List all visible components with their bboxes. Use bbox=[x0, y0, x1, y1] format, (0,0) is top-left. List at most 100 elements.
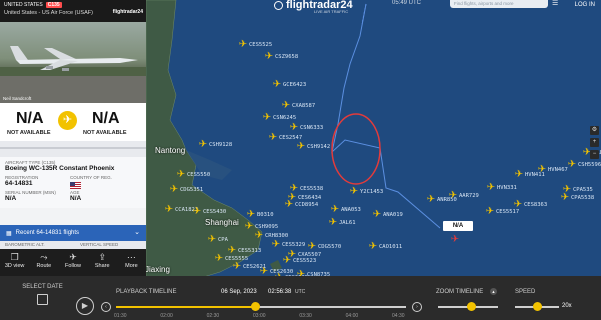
flight-callsign-label[interactable]: AAR729 bbox=[459, 193, 479, 199]
flight-callsign-label[interactable]: CSH9142 bbox=[307, 144, 330, 150]
registration-value[interactable]: 64-14831 bbox=[5, 180, 70, 187]
playback-time: 02:56:38 bbox=[268, 289, 292, 295]
flight-callsign-label[interactable]: CES8363 bbox=[524, 202, 547, 208]
aircraft-icon[interactable]: ✈ bbox=[330, 205, 340, 215]
aircraft-icon[interactable]: ✈ bbox=[448, 191, 458, 201]
timeline-tick-label: 01:30 bbox=[114, 313, 127, 319]
search-input[interactable]: Find flights, airports and more bbox=[450, 0, 548, 8]
timeline-next-icon[interactable]: › bbox=[412, 302, 422, 312]
menu-icon[interactable]: ☰ bbox=[552, 0, 560, 8]
flight-callsign-label[interactable]: CSH9095 bbox=[255, 224, 278, 230]
flight-callsign-label[interactable]: CES5517 bbox=[496, 209, 519, 215]
flight-callsign-label[interactable]: HVN331 bbox=[497, 185, 517, 191]
aircraft-icon[interactable]: ✈ bbox=[164, 205, 174, 215]
aircraft-icon[interactable]: ✈ bbox=[307, 242, 317, 252]
us-flag-icon bbox=[70, 182, 81, 189]
flight-callsign-label[interactable]: CES5538 bbox=[300, 186, 323, 192]
flight-callsign-label[interactable]: CES6434 bbox=[298, 195, 321, 201]
aircraft-icon[interactable]: ✈ bbox=[287, 250, 297, 260]
aircraft-icon[interactable]: ✈ bbox=[328, 218, 338, 228]
flight-callsign-label[interactable]: GCE6423 bbox=[283, 82, 306, 88]
flight-callsign-label[interactable]: CES5313 bbox=[238, 248, 261, 254]
flight-callsign-label[interactable]: CES5430 bbox=[203, 209, 226, 215]
aircraft-tag[interactable]: N/A bbox=[443, 221, 473, 231]
aircraft-icon[interactable]: ✈ bbox=[246, 210, 256, 220]
flight-callsign-label[interactable]: CPA535 bbox=[573, 187, 593, 193]
aircraft-icon[interactable]: ✈ bbox=[192, 207, 202, 217]
aircraft-icon[interactable]: ✈ bbox=[426, 195, 436, 205]
flight-callsign-label[interactable]: CXA8587 bbox=[292, 103, 315, 109]
aircraft-icon[interactable]: ✈ bbox=[227, 246, 237, 256]
aircraft-type-value[interactable]: Boeing WC-135R Constant Phoenix bbox=[5, 165, 141, 172]
action-3d-view[interactable]: ❒ 3D view bbox=[0, 249, 29, 276]
flight-callsign-label[interactable]: CSZ9658 bbox=[275, 54, 298, 60]
aircraft-icon[interactable]: ✈ bbox=[485, 207, 495, 217]
aircraft-icon[interactable]: ✈ bbox=[289, 123, 299, 133]
zoom-slider-handle[interactable] bbox=[467, 302, 476, 311]
aircraft-icon[interactable]: ✈ bbox=[281, 101, 291, 111]
aircraft-icon[interactable]: ✈ bbox=[169, 185, 179, 195]
flight-callsign-label[interactable]: CAO1011 bbox=[379, 244, 402, 250]
flight-callsign-label[interactable]: CES5329 bbox=[282, 242, 305, 248]
speed-slider-handle[interactable] bbox=[533, 302, 542, 311]
aircraft-icon[interactable]: ✈ bbox=[207, 235, 217, 245]
flight-callsign-label[interactable]: CPA5538 bbox=[571, 195, 594, 201]
flight-callsign-label[interactable]: CES5525 bbox=[249, 42, 272, 48]
flight-callsign-label[interactable]: CSH5596 bbox=[578, 162, 601, 168]
recent-flights-button[interactable]: ▦ Recent 64-14831 flights ⌄ bbox=[0, 225, 146, 241]
flight-callsign-label[interactable]: B0310 bbox=[257, 212, 274, 218]
aircraft-icon[interactable]: ✈ bbox=[271, 240, 281, 250]
flight-callsign-label[interactable]: CXA5507 bbox=[298, 252, 321, 258]
fr24-logo[interactable]: flightradar24 LIVE AIR TRAFFIC bbox=[274, 0, 353, 14]
action-more[interactable]: ⋯ More bbox=[117, 249, 146, 276]
aircraft-icon[interactable]: ✈ bbox=[198, 140, 208, 150]
aircraft-photo[interactable]: Neil Sandcroft bbox=[0, 22, 146, 103]
flight-callsign-label[interactable]: CDG5570 bbox=[318, 244, 341, 250]
aircraft-icon[interactable]: ✈ bbox=[232, 262, 242, 272]
aircraft-icon[interactable]: ✈ bbox=[284, 200, 294, 210]
flight-callsign-label[interactable]: Y2C1453 bbox=[360, 189, 383, 195]
login-button[interactable]: LOG IN bbox=[575, 2, 595, 8]
flight-callsign-label[interactable]: CSN6245 bbox=[273, 115, 296, 121]
aircraft-icon[interactable]: ✈ bbox=[372, 210, 382, 220]
aircraft-icon[interactable]: ✈ bbox=[368, 242, 378, 252]
aircraft-icon[interactable]: ✈ bbox=[349, 187, 359, 197]
timeline-prev-icon[interactable]: ‹ bbox=[101, 302, 111, 312]
aircraft-icon[interactable]: ✈ bbox=[176, 170, 186, 180]
action-share[interactable]: ⇪ Share bbox=[88, 249, 117, 276]
flight-callsign-label[interactable]: CSH9128 bbox=[209, 142, 232, 148]
flight-callsign-label[interactable]: ANA053 bbox=[341, 207, 361, 213]
aircraft-icon[interactable]: ✈ bbox=[268, 133, 278, 143]
flight-callsign-label[interactable]: CPA bbox=[218, 237, 228, 243]
flight-callsign-label[interactable]: CDG5351 bbox=[180, 187, 203, 193]
aircraft-icon[interactable]: ✈ bbox=[486, 183, 496, 193]
flight-callsign-label[interactable]: CES5550 bbox=[187, 172, 210, 178]
flight-callsign-label[interactable]: ANA019 bbox=[383, 212, 403, 218]
photo-credit[interactable]: Neil Sandcroft bbox=[3, 96, 31, 101]
aircraft-icon[interactable]: ✈ bbox=[537, 165, 547, 175]
flight-callsign-label[interactable]: CSN6333 bbox=[300, 125, 323, 131]
aircraft-icon[interactable]: ✈ bbox=[567, 160, 577, 170]
chevron-up-icon[interactable]: ▲ bbox=[490, 288, 497, 295]
play-button[interactable]: ▶ bbox=[76, 297, 94, 315]
action-follow[interactable]: ✈ Follow bbox=[58, 249, 87, 276]
aircraft-icon[interactable]: ✈ bbox=[264, 52, 274, 62]
flight-callsign-label[interactable]: CES2621 bbox=[243, 264, 266, 270]
aircraft-icon[interactable]: ✈ bbox=[262, 113, 272, 123]
zoom-in-icon[interactable]: + bbox=[590, 138, 599, 147]
aircraft-icon[interactable]: ✈ bbox=[296, 142, 306, 152]
action-route[interactable]: ⤳ Route bbox=[29, 249, 58, 276]
aircraft-icon[interactable]: ✈ bbox=[214, 254, 224, 264]
aircraft-icon[interactable]: ✈ bbox=[238, 40, 248, 50]
zoom-out-icon[interactable]: − bbox=[590, 150, 599, 159]
aircraft-icon[interactable]: ✈ bbox=[272, 80, 282, 90]
aircraft-icon[interactable]: ✈ bbox=[514, 170, 524, 180]
map-settings-icon[interactable]: ⚙ bbox=[590, 126, 599, 135]
aircraft-icon[interactable]: ✈ bbox=[560, 193, 570, 203]
flight-callsign-label[interactable]: CCD8954 bbox=[295, 202, 318, 208]
flight-callsign-label[interactable]: HVN467 bbox=[548, 167, 568, 173]
aircraft-icon[interactable]: ✈ bbox=[244, 222, 254, 232]
aircraft-icon[interactable]: ✈ bbox=[254, 231, 264, 241]
flight-callsign-label[interactable]: JAL61 bbox=[339, 220, 356, 226]
select-date-button[interactable]: SELECT DATE bbox=[20, 284, 65, 305]
